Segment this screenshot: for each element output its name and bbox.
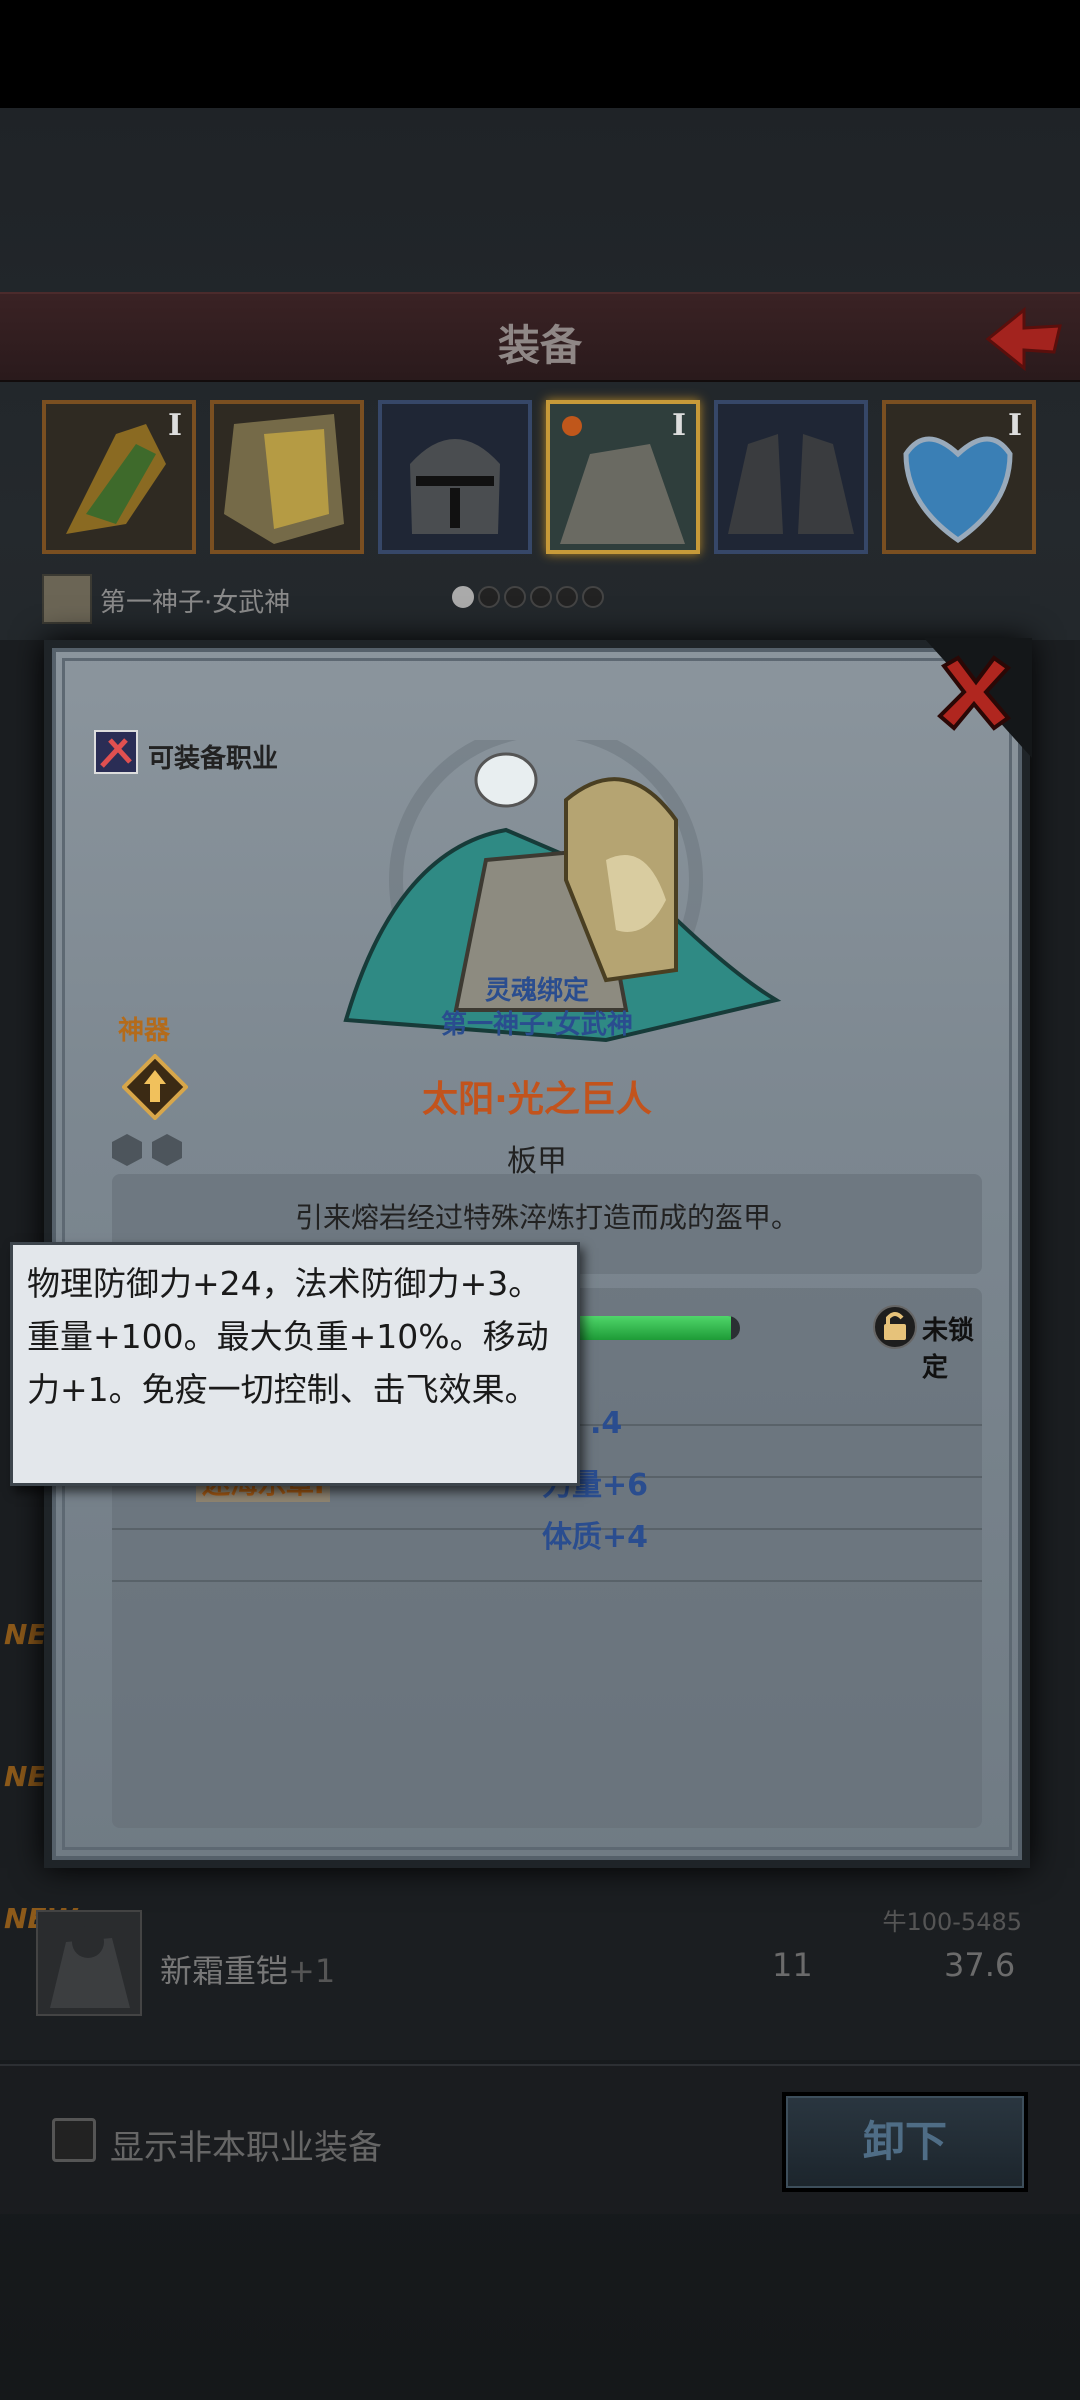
- character-name: 第一神子·女武神: [100, 588, 291, 618]
- avatar[interactable]: [42, 574, 92, 624]
- page-dots: [452, 586, 608, 612]
- show-other-class-checkbox[interactable]: [52, 2118, 96, 2162]
- item-level: 11: [772, 1946, 813, 1984]
- page-dot[interactable]: [504, 586, 526, 608]
- bottom-bar: 显示非本职业装备 卸下: [0, 2064, 1080, 2214]
- item-title: 太阳·光之巨人: [422, 1079, 652, 1120]
- page-dot[interactable]: [530, 586, 552, 608]
- item-weight: 牛100-5485: [882, 1908, 1022, 1936]
- equipment-slots: I I I: [42, 400, 1042, 556]
- page-title: 装备: [497, 321, 582, 370]
- item-score: 37.6: [944, 1946, 1016, 1984]
- stat-row: [112, 1530, 982, 1582]
- class-icon: [94, 730, 138, 774]
- item-name: 新霜重铠+1: [160, 1952, 336, 1990]
- slot-amulet[interactable]: I: [882, 400, 1036, 554]
- page-dot[interactable]: [556, 586, 578, 608]
- slot-shield[interactable]: [210, 400, 364, 554]
- close-icon[interactable]: [934, 652, 1016, 734]
- effect-tooltip: 物理防御力+24，法术防御力+3。重量+100。最大负重+10%。移动力+1。免…: [10, 1242, 580, 1486]
- shield-icon: [224, 414, 344, 544]
- soulbind-label: 灵魂绑定: [484, 976, 589, 1006]
- slot-weapon[interactable]: I: [42, 400, 196, 554]
- lock-status[interactable]: 未锁定: [922, 1310, 982, 1384]
- back-arrow-icon[interactable]: [984, 306, 1064, 372]
- page-dot[interactable]: [582, 586, 604, 608]
- header-bar: 装备: [0, 292, 1080, 382]
- character-row: 第一神子·女武神: [42, 574, 702, 624]
- page-dot[interactable]: [452, 586, 474, 608]
- item-description: 引来熔岩经过特殊淬炼打造而成的盔甲。: [294, 1201, 799, 1234]
- class-label[interactable]: 可装备职业: [148, 738, 278, 775]
- lock-icon[interactable]: [872, 1304, 918, 1350]
- durability-fill: [560, 1316, 731, 1340]
- unequip-button[interactable]: 卸下: [782, 2092, 1028, 2192]
- checkbox-label: 显示非本职业装备: [110, 2128, 382, 2168]
- slot-helmet[interactable]: [378, 400, 532, 554]
- list-item[interactable]: 新霜重铠+1 11 37.6 牛100-5485: [36, 1908, 1046, 2020]
- soulbind-owner: 第一神子·女武神: [441, 1010, 633, 1040]
- durability-bar: [560, 1316, 740, 1340]
- gauntlets-icon: [728, 434, 854, 534]
- helmet-icon: [410, 439, 500, 534]
- slot-armor-selected[interactable]: I: [546, 400, 700, 554]
- slot-gauntlets[interactable]: [714, 400, 868, 554]
- status-bar-area: [0, 0, 1080, 108]
- page-dot[interactable]: [478, 586, 500, 608]
- armor-icon: [36, 1910, 142, 2016]
